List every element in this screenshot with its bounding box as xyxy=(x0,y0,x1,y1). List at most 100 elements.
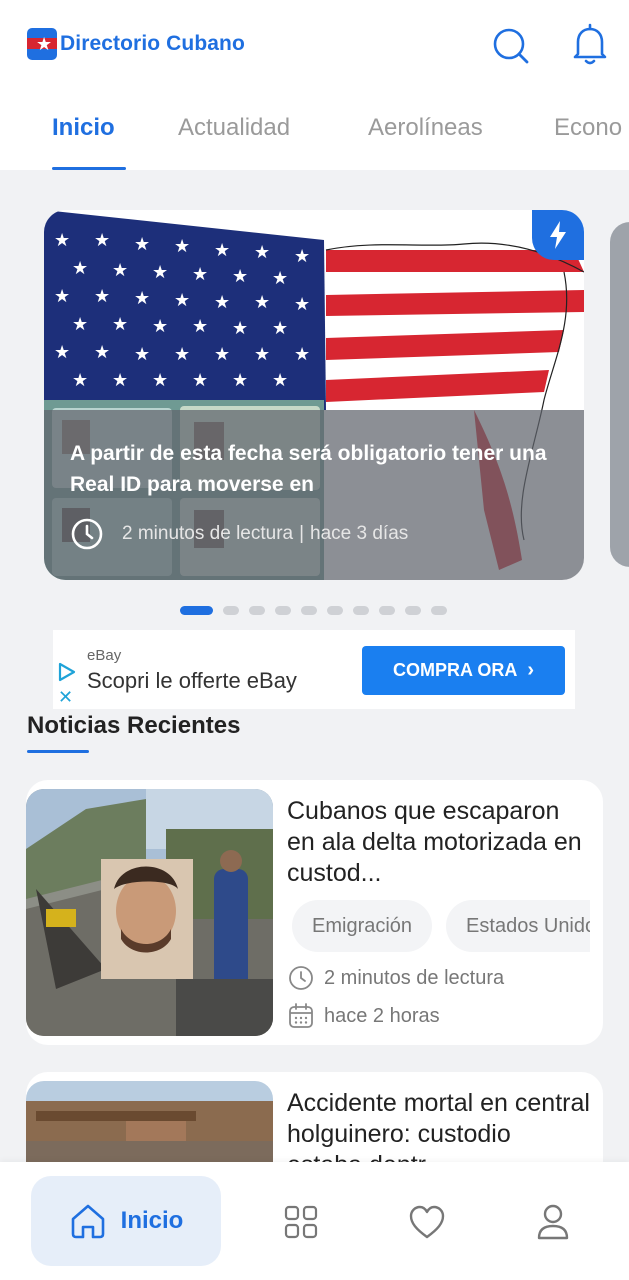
svg-text:★: ★ xyxy=(152,370,168,391)
carousel-pagination xyxy=(180,606,457,615)
carousel-dot[interactable] xyxy=(353,606,369,615)
meta-separator: | xyxy=(299,523,305,544)
bell-icon xyxy=(573,23,607,65)
app-logo[interactable]: ★ Directorio Cubano xyxy=(27,28,245,60)
svg-text:★: ★ xyxy=(254,344,270,365)
ad-cta-label: COMPRA ORA xyxy=(392,660,518,680)
featured-read-time: 2 minutos de lectura xyxy=(122,523,294,544)
svg-text:★: ★ xyxy=(72,258,88,279)
svg-text:★: ★ xyxy=(112,370,128,391)
svg-text:★: ★ xyxy=(174,236,190,257)
ad-text: Scopri le offerte eBay xyxy=(87,668,297,693)
ad-source: eBay xyxy=(87,647,122,664)
clock-icon xyxy=(71,518,103,550)
home-icon xyxy=(71,1204,104,1239)
svg-text:★: ★ xyxy=(134,288,150,309)
ad-choices-icon[interactable] xyxy=(57,662,77,682)
svg-text:★: ★ xyxy=(72,314,88,335)
flash-badge xyxy=(532,210,584,260)
svg-text:★: ★ xyxy=(214,292,230,313)
svg-text:★: ★ xyxy=(174,344,190,365)
featured-article-title: A partir de esta fecha será obligatorio … xyxy=(70,442,547,496)
ad-close-icon[interactable]: ✕ xyxy=(58,688,73,706)
svg-text:★: ★ xyxy=(254,292,270,313)
carousel-dot[interactable] xyxy=(249,606,265,615)
tag-chip[interactable]: Emigración xyxy=(292,900,433,952)
section-title-underline xyxy=(27,750,89,753)
article-date-row: hace 2 horas xyxy=(288,1003,440,1029)
nav-profile-button[interactable] xyxy=(533,1202,573,1242)
carousel-dot[interactable] xyxy=(405,606,421,615)
tag-chip[interactable]: Estados Unidos xyxy=(446,900,590,952)
favorites-heart-icon xyxy=(409,1205,445,1239)
svg-text:★: ★ xyxy=(174,290,190,311)
svg-text:★: ★ xyxy=(192,370,208,391)
svg-text:★: ★ xyxy=(134,344,150,365)
svg-text:★: ★ xyxy=(94,286,110,307)
nav-home-label: Inicio xyxy=(120,1207,184,1234)
featured-posted-time: hace 3 días xyxy=(310,523,409,544)
app-header: ★ Directorio Cubano Inicio Actualidad Ae… xyxy=(0,0,629,170)
search-icon xyxy=(493,28,529,64)
article-title: Cubanos que escaparon en ala delta motor… xyxy=(287,797,582,887)
svg-text:★: ★ xyxy=(134,234,150,255)
svg-text:★: ★ xyxy=(232,266,248,287)
nav-home-button[interactable]: Inicio xyxy=(31,1176,221,1266)
next-carousel-card[interactable] xyxy=(610,222,629,567)
svg-text:★: ★ xyxy=(294,344,310,365)
svg-text:★: ★ xyxy=(192,316,208,337)
carousel-dot[interactable] xyxy=(180,606,213,615)
article-thumbnail xyxy=(26,789,273,1036)
featured-article-meta: 2 minutos de lectura | hace 3 días xyxy=(70,517,408,551)
tab-aerolineas[interactable]: Aerolíneas xyxy=(368,114,483,142)
ad-banner[interactable]: ✕ eBay Scopri le offerte eBay COMPRA ORA… xyxy=(53,630,575,709)
search-button[interactable] xyxy=(489,24,533,68)
svg-text:★: ★ xyxy=(272,370,288,391)
app-title: Directorio Cubano xyxy=(60,32,245,55)
svg-text:★: ★ xyxy=(232,370,248,391)
calendar-icon xyxy=(289,1003,313,1028)
svg-text:★: ★ xyxy=(214,344,230,365)
svg-text:★: ★ xyxy=(54,342,70,363)
section-title: Noticias Recientes xyxy=(27,712,241,739)
nav-favorites-button[interactable] xyxy=(407,1202,447,1242)
svg-text:★: ★ xyxy=(152,262,168,283)
tab-actualidad[interactable]: Actualidad xyxy=(178,114,290,142)
svg-text:★: ★ xyxy=(94,230,110,251)
svg-text:★: ★ xyxy=(192,264,208,285)
clock-icon xyxy=(289,966,313,990)
tab-inicio[interactable]: Inicio xyxy=(52,114,115,142)
article-card[interactable]: Cubanos que escaparon en ala delta motor… xyxy=(26,780,603,1045)
svg-text:★: ★ xyxy=(54,286,70,307)
svg-text:★: ★ xyxy=(72,370,88,391)
carousel-dot[interactable] xyxy=(379,606,395,615)
svg-text:★: ★ xyxy=(272,318,288,339)
article-tags: EmigraciónEstados Unidos xyxy=(292,900,590,952)
tab-economia[interactable]: Econo xyxy=(554,114,622,142)
svg-text:★: ★ xyxy=(54,230,70,251)
chevron-right-icon: › xyxy=(527,659,534,681)
svg-text:★: ★ xyxy=(272,268,288,289)
notifications-button[interactable] xyxy=(568,22,612,66)
bottom-navigation: Inicio xyxy=(0,1162,629,1280)
carousel-dot[interactable] xyxy=(431,606,447,615)
article-read-time: 2 minutos de lectura xyxy=(324,966,505,989)
svg-text:★: ★ xyxy=(232,318,248,339)
article-posted-time: hace 2 horas xyxy=(324,1004,440,1027)
cuban-flag-star-logo-icon: ★ xyxy=(27,28,57,60)
carousel-dot[interactable] xyxy=(327,606,343,615)
nav-categories-button[interactable] xyxy=(281,1202,321,1242)
svg-text:★: ★ xyxy=(152,316,168,337)
carousel-dot[interactable] xyxy=(275,606,291,615)
svg-text:★: ★ xyxy=(112,260,128,281)
ad-cta-button[interactable]: COMPRA ORA › xyxy=(362,646,565,695)
svg-text:★: ★ xyxy=(254,242,270,263)
featured-article-card[interactable]: ★ ★ ★ ★ ★ ★ ★ ★ ★ ★ ★ ★ ★ ★ ★ ★ ★ ★ ★ ★ ★ ★ ★ ★ ★ ★ ★ ★ ★ ★ ★ ★ ★ ★ ★… xyxy=(44,210,584,580)
category-tabs: Inicio Actualidad Aerolíneas Econo xyxy=(0,100,629,170)
carousel-dot[interactable] xyxy=(301,606,317,615)
svg-text:★: ★ xyxy=(112,314,128,335)
lightning-icon xyxy=(550,221,566,249)
carousel-dot[interactable] xyxy=(223,606,239,615)
svg-text:★: ★ xyxy=(94,342,110,363)
article-read-time-row: 2 minutos de lectura xyxy=(288,965,504,991)
